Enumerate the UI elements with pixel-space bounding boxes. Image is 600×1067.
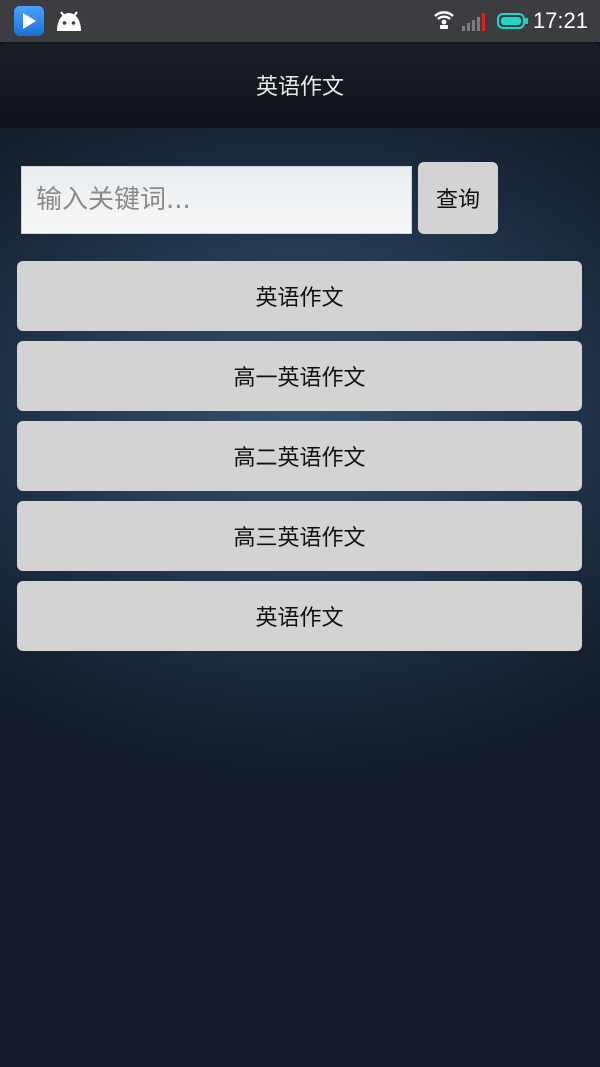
query-button[interactable]: 查询 [418, 162, 498, 234]
play-app-icon [14, 6, 44, 36]
status-bar: 17:21 [0, 0, 600, 42]
status-time: 17:21 [532, 8, 588, 33]
category-list: 英语作文 高一英语作文 高二英语作文 高三英语作文 英语作文 [17, 261, 582, 661]
battery-icon [496, 13, 528, 29]
title-bar: 英语作文 [0, 42, 600, 128]
signal-icon [461, 11, 487, 31]
android-icon [54, 6, 84, 36]
category-item-english-essay-2[interactable]: 英语作文 [17, 581, 582, 651]
category-item-grade10-essay[interactable]: 高一英语作文 [17, 341, 582, 411]
notification-icons [14, 6, 84, 36]
app-window: 英语作文 查询 英语作文 高一英语作文 高二英语作文 高三英语作文 英语作文 [0, 42, 600, 1067]
page-title: 英语作文 [255, 75, 344, 100]
category-item-grade12-essay[interactable]: 高三英语作文 [17, 501, 582, 571]
search-input[interactable] [21, 166, 412, 234]
system-icons: 17:21 [434, 0, 588, 42]
category-item-english-essay[interactable]: 英语作文 [17, 261, 582, 331]
category-item-grade11-essay[interactable]: 高二英语作文 [17, 421, 582, 491]
wifi-icon [434, 8, 454, 34]
